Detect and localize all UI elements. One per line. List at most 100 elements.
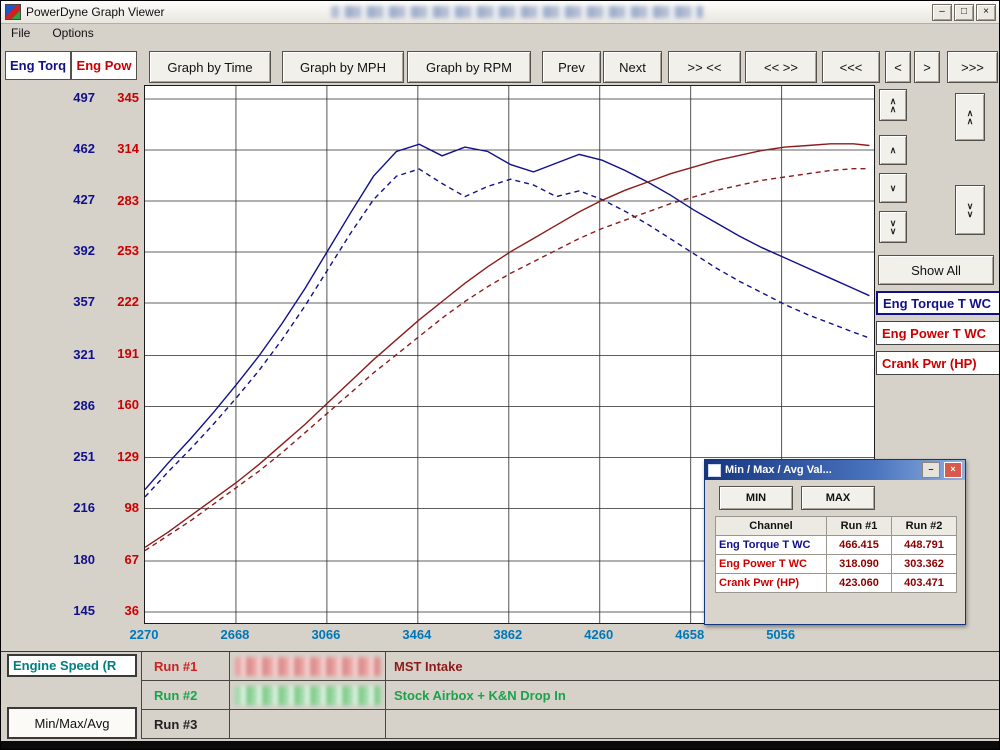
y-axis-power: 345314283253222191160129986736 — [101, 85, 139, 622]
rpm-tick-5056: 5056 — [751, 627, 811, 642]
minmax-row-1: Eng Torque T WC466.415448.791 — [716, 536, 957, 555]
power-tick-191: 191 — [101, 346, 139, 362]
menu-file[interactable]: File — [9, 25, 32, 41]
power-tick-67: 67 — [101, 552, 139, 568]
toolbar-button-graph-by-time[interactable]: Graph by Time — [149, 51, 271, 83]
legend-eng-power-t-wc[interactable]: Eng Power T WC — [876, 321, 1000, 345]
power-tick-129: 129 — [101, 449, 139, 465]
y-axis-torque: 497462427392357321286251216180145 — [47, 85, 95, 622]
minmax-avg-button[interactable]: Min/Max/Avg — [7, 707, 137, 739]
toolbar-button-nav-6[interactable]: << >> — [745, 51, 817, 83]
rpm-tick-2270: 2270 — [114, 627, 174, 642]
run-row-1: Run #1 MST Intake — [142, 652, 1000, 681]
minmax-dialog: Min / Max / Avg Val... – × MIN MAX Chann… — [704, 459, 966, 625]
toolbar-button-next[interactable]: Next — [603, 51, 662, 83]
run-row-3: Run #3 — [142, 710, 1000, 739]
window-title: PowerDyne Graph Viewer — [26, 5, 165, 19]
app-icon — [5, 4, 21, 20]
page-up-icon[interactable]: ∧∧ — [955, 93, 985, 141]
x-channel-box[interactable]: Engine Speed (R — [7, 654, 137, 677]
rpm-tick-4260: 4260 — [569, 627, 629, 642]
run2-max-value: 303.362 — [892, 555, 957, 574]
legend-crank-pwr-hp[interactable]: Crank Pwr (HP) — [876, 351, 1000, 375]
tab-eng-power[interactable]: Eng Pow — [71, 51, 137, 80]
toolbar-button-graph-by-mph[interactable]: Graph by MPH — [282, 51, 404, 83]
torque-tick-321: 321 — [47, 347, 95, 363]
scroll-down-icon[interactable]: ∨ — [879, 173, 907, 203]
torque-tick-216: 216 — [47, 500, 95, 516]
run2-max-value: 448.791 — [892, 536, 957, 555]
minimize-button[interactable]: – — [932, 4, 952, 21]
col-header-run2: Run #2 — [892, 517, 957, 536]
dialog-minimize-button[interactable]: – — [922, 462, 940, 478]
app-window: PowerDyne Graph Viewer – □ × File Option… — [0, 0, 1000, 750]
menubar: File Options — [1, 23, 999, 43]
dialog-title: Min / Max / Avg Val... — [725, 464, 918, 476]
redacted-title-text — [331, 6, 703, 18]
power-tick-345: 345 — [101, 90, 139, 106]
run-list: Run #1 MST Intake Run #2 Stock Airbox + … — [141, 652, 1000, 739]
legend-eng-torque-t-wc[interactable]: Eng Torque T WC — [876, 291, 1000, 315]
torque-tick-497: 497 — [47, 90, 95, 106]
curve-1 — [145, 169, 869, 497]
menu-options[interactable]: Options — [50, 25, 95, 41]
minmax-table: Channel Run #1 Run #2 Eng Torque T WC466… — [715, 516, 957, 593]
show-all-button[interactable]: Show All — [878, 255, 994, 285]
tab-eng-torque[interactable]: Eng Torq — [5, 51, 71, 80]
x-axis-rpm: 22702668306634643862426046585056 — [144, 627, 873, 645]
power-tick-222: 222 — [101, 294, 139, 310]
run3-label[interactable]: Run #3 — [142, 710, 230, 738]
toolbar-button-nav-9[interactable]: > — [914, 51, 940, 83]
run2-label[interactable]: Run #2 — [142, 681, 230, 709]
torque-tick-286: 286 — [47, 398, 95, 414]
page-down-icon[interactable]: ∨∨ — [955, 185, 985, 235]
torque-tick-180: 180 — [47, 552, 95, 568]
run2-description: Stock Airbox + K&N Drop In — [386, 681, 1000, 709]
dialog-titlebar[interactable]: Min / Max / Avg Val... – × — [705, 460, 965, 480]
power-tick-314: 314 — [101, 141, 139, 157]
rpm-tick-3464: 3464 — [387, 627, 447, 642]
close-button[interactable]: × — [976, 4, 996, 21]
run-row-2: Run #2 Stock Airbox + K&N Drop In — [142, 681, 1000, 710]
dialog-close-button[interactable]: × — [944, 462, 962, 478]
run2-max-value: 403.471 — [892, 574, 957, 593]
redacted-run2-file — [235, 686, 381, 705]
run1-max-value: 318.090 — [827, 555, 892, 574]
scroll-up-icon[interactable]: ∧ — [879, 135, 907, 165]
max-button[interactable]: MAX — [801, 486, 875, 510]
scroll-double-up-icon[interactable]: ∧∧ — [879, 89, 907, 121]
torque-tick-427: 427 — [47, 192, 95, 208]
power-tick-283: 283 — [101, 193, 139, 209]
channel-name: Eng Power T WC — [716, 555, 827, 574]
power-tick-253: 253 — [101, 243, 139, 259]
min-button[interactable]: MIN — [719, 486, 793, 510]
col-header-channel: Channel — [716, 517, 827, 536]
torque-tick-251: 251 — [47, 449, 95, 465]
curve-0 — [145, 144, 869, 489]
toolbar-button-nav-5[interactable]: >> << — [668, 51, 741, 83]
toolbar-button-nav-8[interactable]: < — [885, 51, 911, 83]
run3-description — [386, 710, 1000, 738]
scroll-double-down-icon[interactable]: ∨∨ — [879, 211, 907, 243]
rpm-tick-3066: 3066 — [296, 627, 356, 642]
titlebar[interactable]: PowerDyne Graph Viewer – □ × — [1, 1, 999, 24]
torque-tick-357: 357 — [47, 294, 95, 310]
rpm-tick-4658: 4658 — [660, 627, 720, 642]
redacted-run1-file — [235, 657, 381, 676]
rpm-tick-3862: 3862 — [478, 627, 538, 642]
bottom-edge — [1, 741, 1000, 749]
run1-label[interactable]: Run #1 — [142, 652, 230, 680]
maximize-button[interactable]: □ — [954, 4, 974, 21]
toolbar-button-graph-by-rpm[interactable]: Graph by RPM — [407, 51, 531, 83]
channel-name: Eng Torque T WC — [716, 536, 827, 555]
toolbar-button-prev[interactable]: Prev — [542, 51, 601, 83]
col-header-run1: Run #1 — [827, 517, 892, 536]
toolbar-button-nav-10[interactable]: >>> — [947, 51, 998, 83]
run1-max-value: 466.415 — [827, 536, 892, 555]
toolbar-button-nav-7[interactable]: <<< — [822, 51, 880, 83]
power-tick-160: 160 — [101, 397, 139, 413]
power-tick-98: 98 — [101, 500, 139, 516]
channel-name: Crank Pwr (HP) — [716, 574, 827, 593]
torque-tick-145: 145 — [47, 603, 95, 619]
minmax-row-2: Eng Power T WC318.090303.362 — [716, 555, 957, 574]
